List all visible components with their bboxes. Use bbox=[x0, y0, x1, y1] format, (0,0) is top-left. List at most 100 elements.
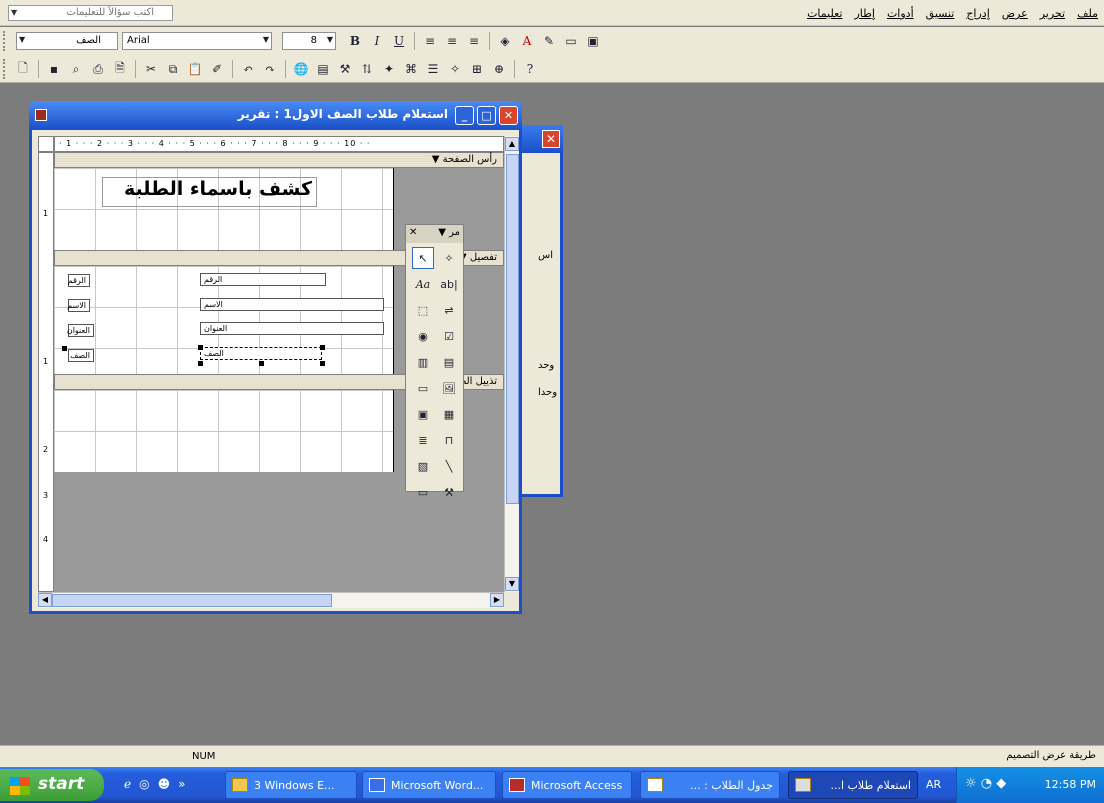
minimize-icon[interactable]: _ bbox=[455, 106, 474, 125]
line-width-icon[interactable]: ▭ bbox=[562, 32, 580, 50]
option-icon[interactable]: ◉ bbox=[412, 325, 434, 347]
menu-edit[interactable]: تحرير bbox=[1040, 7, 1065, 20]
start-button[interactable]: start bbox=[0, 769, 104, 801]
taskbar-explorer[interactable]: 3 Windows E... bbox=[225, 771, 357, 799]
italic-button[interactable]: I bbox=[368, 32, 386, 50]
object-combo[interactable]: الصف ▼ bbox=[16, 32, 118, 50]
scroll-thumb[interactable] bbox=[52, 594, 332, 607]
more-controls-icon[interactable]: ⚒ bbox=[438, 481, 460, 503]
subform-icon[interactable]: ▧ bbox=[412, 455, 434, 477]
rectangle-icon[interactable]: ▭ bbox=[412, 481, 434, 503]
help-search-input[interactable]: ▼ اكتب سؤالاً للتعليمات bbox=[8, 5, 173, 21]
taskbar-report[interactable]: استعلام طلاب ا... bbox=[788, 771, 918, 799]
field-list-icon[interactable]: ▤ bbox=[314, 60, 332, 78]
unbound-frame-icon[interactable]: ▣ bbox=[412, 403, 434, 425]
detail-section[interactable]: الرقم الاسم العنوان الصف الرقم الاسم الع… bbox=[54, 266, 394, 374]
help-dropdown-icon[interactable]: ▼ bbox=[11, 8, 17, 17]
hyperlink-icon[interactable]: 🌐 bbox=[292, 60, 310, 78]
menu-format[interactable]: تنسيق bbox=[926, 7, 955, 20]
font-combo[interactable]: Arial ▼ bbox=[122, 32, 272, 50]
page-footer-section[interactable] bbox=[54, 390, 394, 472]
close-icon[interactable]: ✕ bbox=[542, 130, 560, 148]
scroll-down-icon[interactable]: ▼ bbox=[505, 577, 519, 591]
report-selector[interactable] bbox=[38, 136, 54, 152]
textbox-icon[interactable]: ab| bbox=[438, 273, 460, 295]
select-icon[interactable]: ↖ bbox=[412, 247, 434, 269]
properties-icon[interactable]: ☰ bbox=[424, 60, 442, 78]
ie-icon[interactable]: ℯ bbox=[124, 777, 131, 791]
close-icon[interactable]: ✕ bbox=[499, 106, 518, 125]
copy-icon[interactable]: ⧉ bbox=[164, 60, 182, 78]
page-header-bar[interactable]: رأس الصفحة ▼ bbox=[54, 152, 504, 168]
image-icon[interactable]: 🖼 bbox=[438, 377, 460, 399]
view-icon[interactable]: 🗋 bbox=[14, 60, 32, 78]
window-titlebar[interactable]: استعلام طلاب الصف الاول1 : تقرير _ □ ✕ bbox=[29, 101, 522, 130]
toolbox-icon[interactable]: ⚒ bbox=[336, 60, 354, 78]
menu-view[interactable]: عرض bbox=[1002, 7, 1028, 20]
size-combo[interactable]: 8 ▼ bbox=[282, 32, 336, 50]
listbox-icon[interactable]: ▤ bbox=[438, 351, 460, 373]
database-window-icon[interactable]: ⊞ bbox=[468, 60, 486, 78]
menu-insert[interactable]: إدراج bbox=[966, 7, 989, 20]
selection-handle[interactable] bbox=[198, 361, 203, 366]
tray-icons[interactable]: ☼ ◔ ◆ bbox=[965, 776, 1006, 791]
command-button-icon[interactable]: ▭ bbox=[412, 377, 434, 399]
bold-button[interactable]: B bbox=[346, 32, 364, 50]
label-name[interactable]: الاسم bbox=[67, 299, 90, 312]
special-effect-icon[interactable]: ▣ bbox=[584, 32, 602, 50]
clock[interactable]: 12:58 PM bbox=[1045, 778, 1096, 791]
scroll-thumb[interactable] bbox=[506, 154, 519, 504]
report-title-label[interactable]: كشف باسماء الطلبة bbox=[102, 177, 317, 207]
search-icon[interactable]: ⌕ bbox=[67, 60, 85, 78]
scroll-right-icon[interactable]: ▶ bbox=[490, 593, 504, 607]
line-color-icon[interactable]: ✎ bbox=[540, 32, 558, 50]
format-painter-icon[interactable]: ✐ bbox=[208, 60, 226, 78]
field-id[interactable]: الرقم bbox=[200, 273, 326, 286]
checkbox-icon[interactable]: ☑ bbox=[438, 325, 460, 347]
tab-control-icon[interactable]: ⊓ bbox=[438, 429, 460, 451]
selection-handle[interactable] bbox=[62, 346, 67, 351]
label-class[interactable]: الصف bbox=[68, 349, 94, 362]
new-object-icon[interactable]: ⊕ bbox=[490, 60, 508, 78]
print-preview-icon[interactable]: 🗎 bbox=[111, 60, 129, 78]
report-icon[interactable] bbox=[35, 109, 47, 121]
scroll-up-icon[interactable]: ▲ bbox=[505, 137, 519, 151]
wizard-icon[interactable]: ✧ bbox=[438, 247, 460, 269]
label-address[interactable]: العنوان bbox=[67, 324, 94, 337]
label-id[interactable]: الرقم bbox=[68, 274, 90, 287]
vertical-scrollbar[interactable]: ▲ ▼ bbox=[504, 136, 519, 592]
print-icon[interactable]: ⎙ bbox=[89, 60, 107, 78]
chevron-right-icon[interactable]: » bbox=[178, 777, 185, 791]
menu-window[interactable]: إطار bbox=[854, 7, 874, 20]
field-class-selected[interactable]: الصف bbox=[200, 347, 322, 360]
option-group-icon[interactable]: ⬚ bbox=[412, 299, 434, 321]
horizontal-scrollbar[interactable]: ◀ ▶ bbox=[38, 592, 504, 608]
sorting-grouping-icon[interactable]: ⇅ bbox=[358, 60, 376, 78]
toolbar-grip[interactable] bbox=[3, 31, 6, 51]
scroll-left-icon[interactable]: ◀ bbox=[38, 593, 52, 607]
close-icon[interactable]: ✕ bbox=[409, 225, 417, 241]
fill-color-icon[interactable]: ◈ bbox=[496, 32, 514, 50]
toolbox-panel[interactable]: مر ▼ ✕ ↖ ✧ Aa ab| ⬚ ⇌ ◉ ☑ ▥ ▤ ▭ 🖼 ▣ ▦ ≣ … bbox=[405, 224, 464, 499]
bound-frame-icon[interactable]: ▦ bbox=[438, 403, 460, 425]
undo-icon[interactable]: ↶ bbox=[239, 60, 257, 78]
maximize-icon[interactable]: □ bbox=[477, 106, 496, 125]
page-break-icon[interactable]: ≣ bbox=[412, 429, 434, 451]
toolbox-titlebar[interactable]: مر ▼ ✕ bbox=[406, 225, 463, 243]
menu-help[interactable]: تعليمات bbox=[807, 7, 842, 20]
cut-icon[interactable]: ✂ bbox=[142, 60, 160, 78]
save-icon[interactable]: ▪ bbox=[45, 60, 63, 78]
code-icon[interactable]: ⌘ bbox=[402, 60, 420, 78]
align-center-icon[interactable]: ≡ bbox=[443, 32, 461, 50]
label-icon[interactable]: Aa bbox=[412, 273, 434, 295]
autoformat-icon[interactable]: ✦ bbox=[380, 60, 398, 78]
taskbar-word[interactable]: Microsoft Word... bbox=[362, 771, 496, 799]
messenger-icon[interactable]: ☻ bbox=[158, 777, 171, 791]
menu-tools[interactable]: أدوات bbox=[887, 7, 914, 20]
selection-handle[interactable] bbox=[320, 345, 325, 350]
selection-handle[interactable] bbox=[320, 361, 325, 366]
taskbar-access[interactable]: Microsoft Access bbox=[502, 771, 632, 799]
selection-handle[interactable] bbox=[198, 345, 203, 350]
line-icon[interactable]: ╲ bbox=[438, 455, 460, 477]
toolbar-grip[interactable] bbox=[3, 59, 6, 79]
